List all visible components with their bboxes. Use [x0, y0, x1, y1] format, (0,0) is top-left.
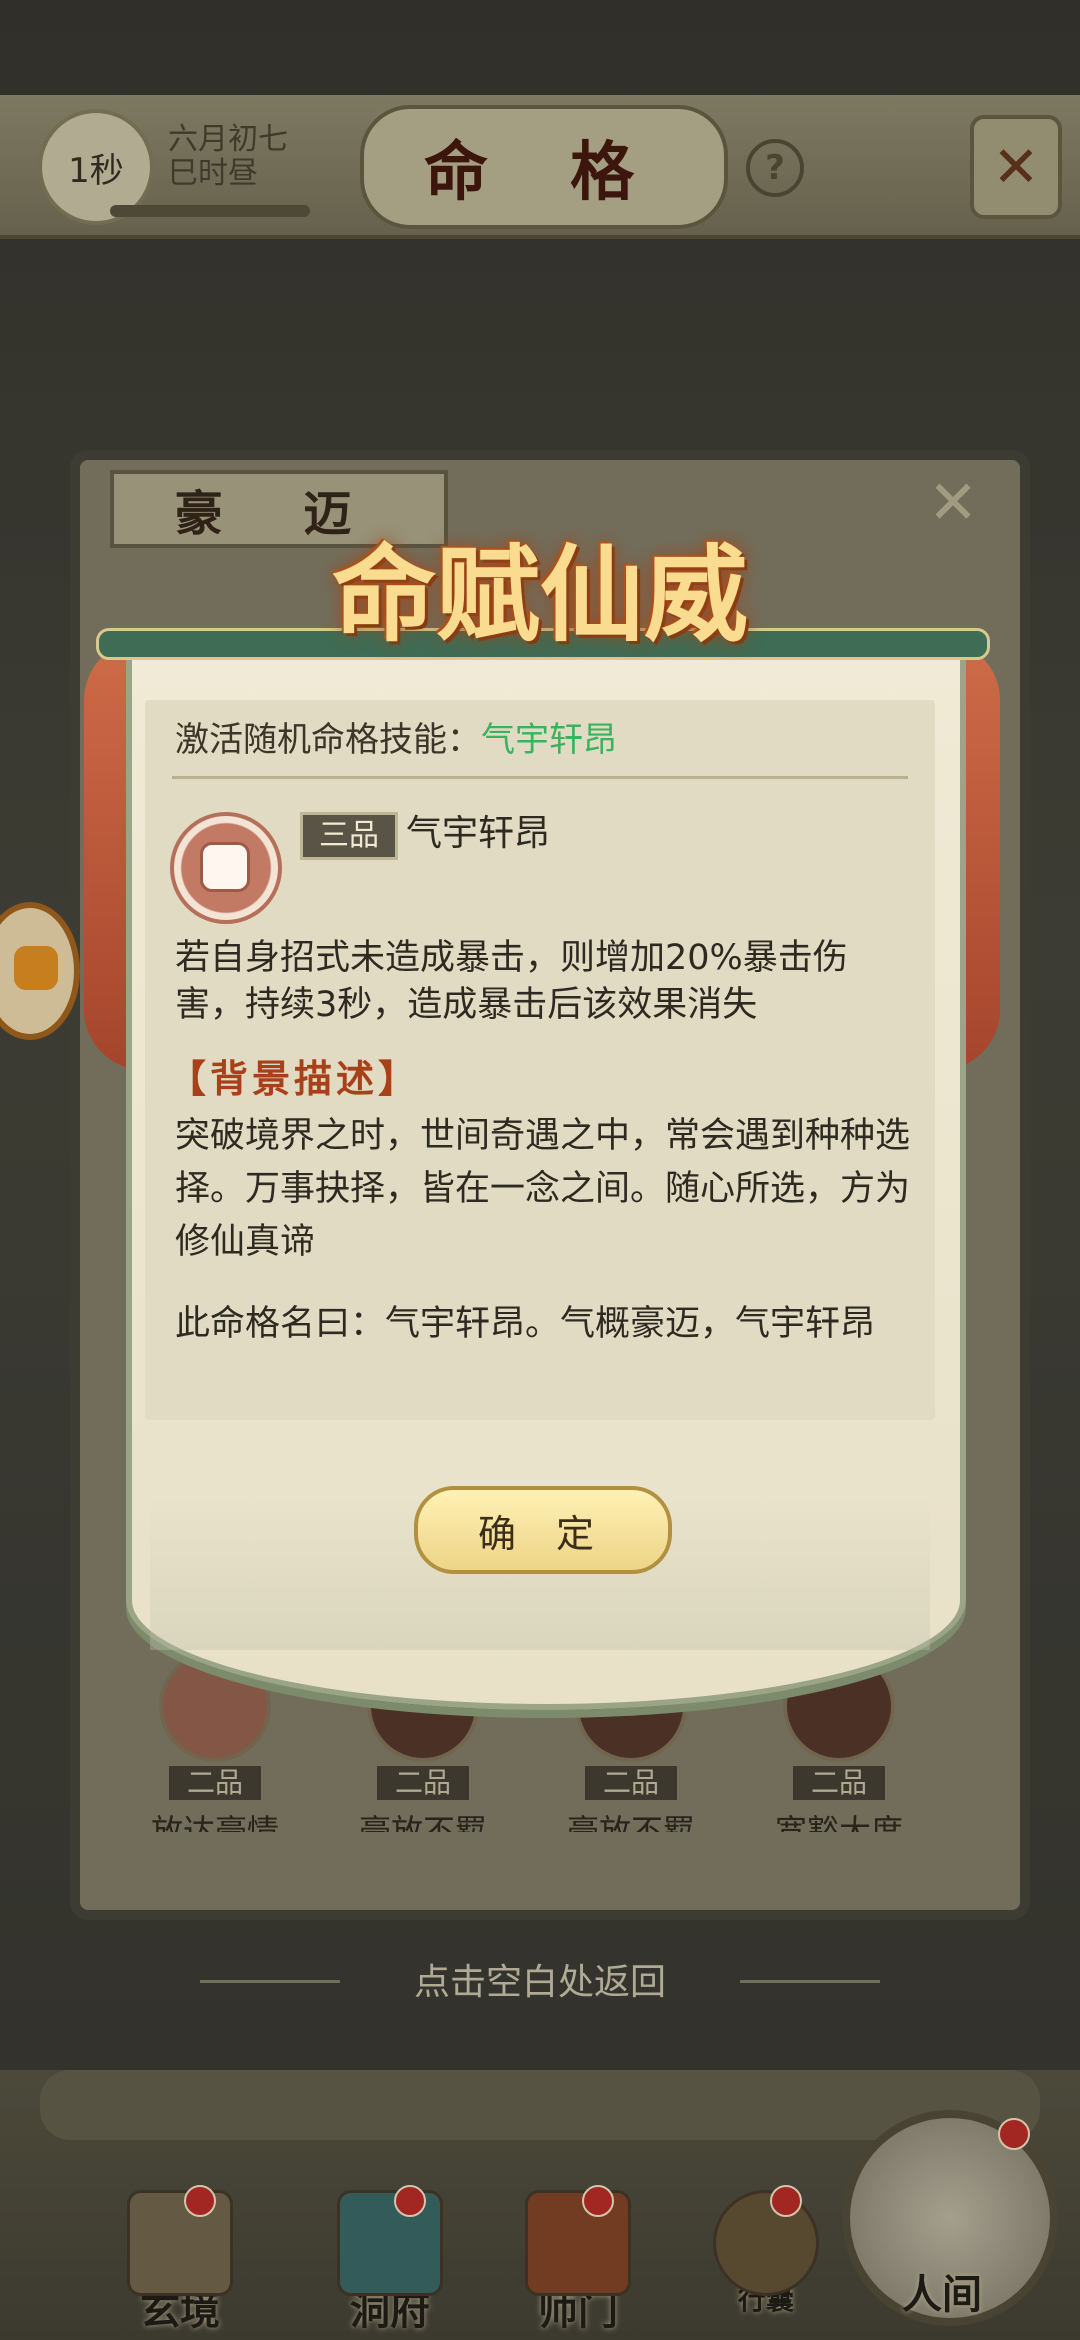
activate-label: 激活随机命格技能： [175, 720, 481, 760]
activated-skill-name: 气宇轩昂 [481, 720, 617, 760]
background-text: 突破境界之时，世间奇遇之中，常会遇到种种选择。万事抉择，皆在一念之间。随心所选，… [175, 1116, 911, 1262]
skill-effect: 若自身招式未造成暴击，则增加20%暴击伤害，持续3秒，造成暴击后该效果消失 [175, 938, 848, 1025]
skill-name-lore: 此命格名曰：气宇轩昂。气概豪迈，气宇轩昂 [175, 1304, 876, 1344]
skill-grade-tag: 三品 [300, 812, 398, 860]
dialog-title: 命赋仙威 [331, 533, 748, 656]
skill-title: 气宇轩昂 [406, 813, 551, 854]
activate-row: 激活随机命格技能：气宇轩昂 [175, 712, 617, 761]
confirm-button[interactable]: 确 定 [414, 1486, 672, 1574]
background-heading: 【背景描述】 [168, 1056, 421, 1101]
content-divider [172, 776, 908, 779]
fist-icon [200, 842, 250, 892]
